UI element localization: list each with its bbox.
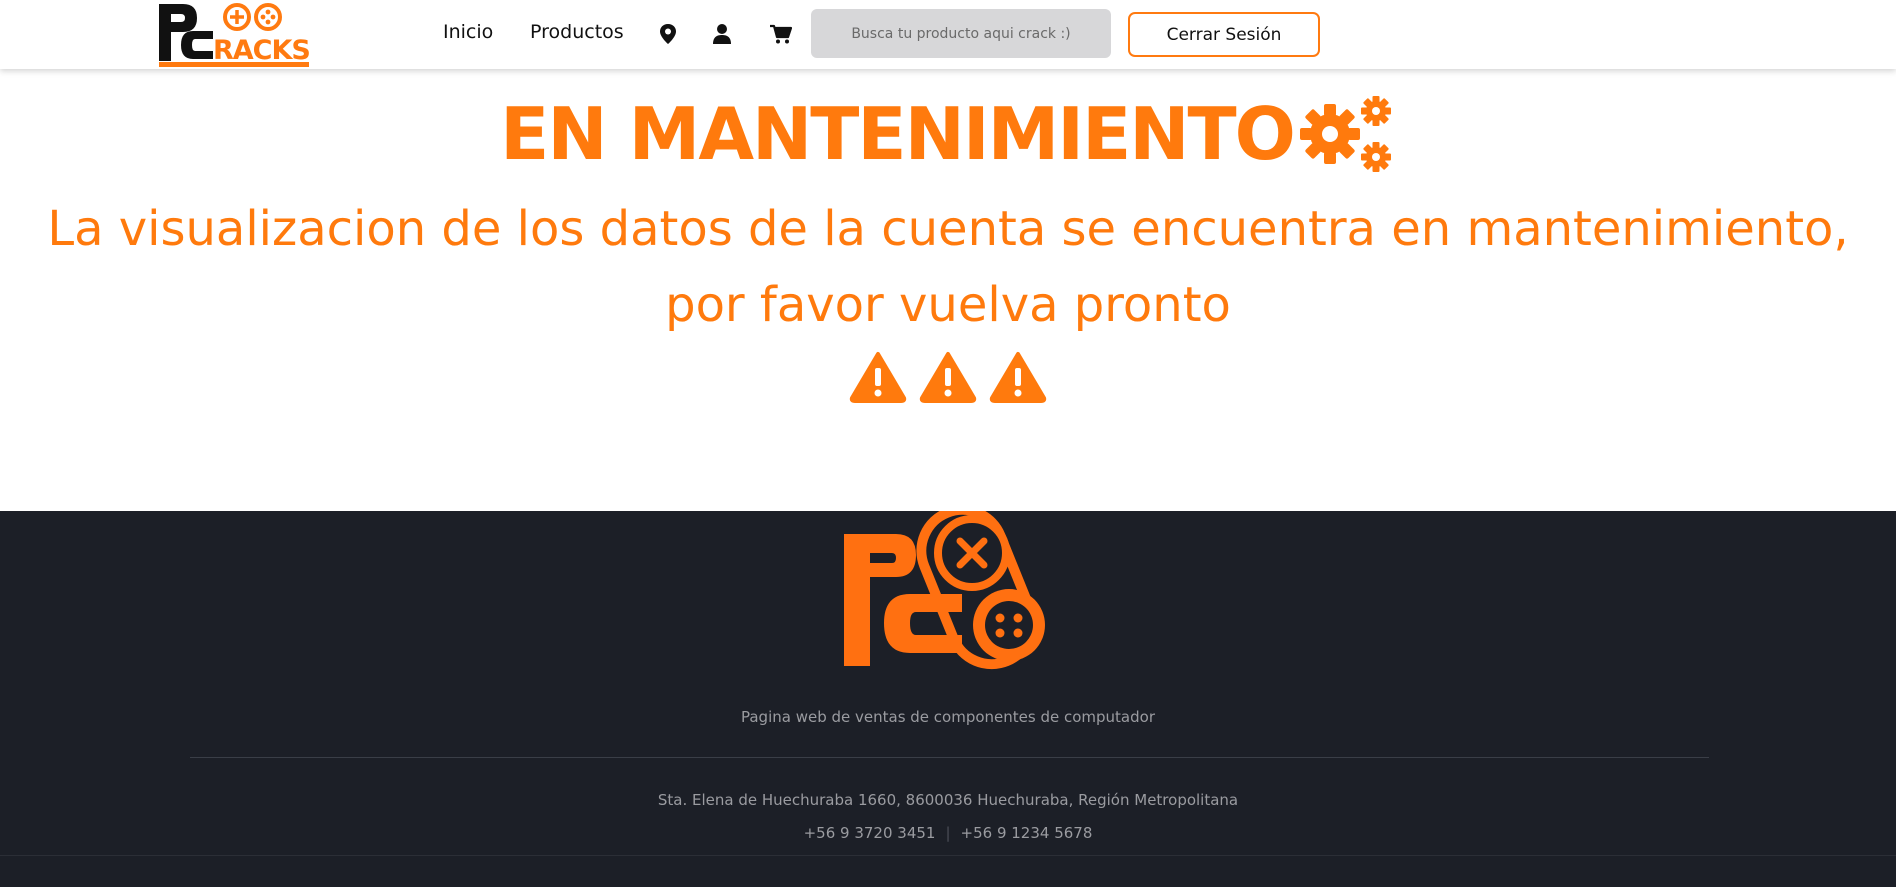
title-row: EN MANTENIMIENTO — [0, 89, 1896, 179]
footer-tagline: Pagina web de ventas de componentes de c… — [740, 708, 1155, 726]
warning-icon — [849, 352, 907, 403]
phone-separator: | — [945, 824, 951, 842]
warning-icons — [0, 351, 1896, 407]
site-footer: Pagina web de ventas de componentes de c… — [0, 511, 1896, 887]
map-pin-icon[interactable] — [658, 23, 678, 45]
user-icon[interactable] — [712, 23, 732, 45]
site-header: RACKS Inicio Productos Cerrar Sesión — [0, 0, 1896, 69]
phone-number[interactable]: +56 9 3720 3451 — [804, 824, 936, 842]
gears-icon — [1299, 96, 1391, 172]
page-title: EN MANTENIMIENTO — [500, 92, 1296, 176]
logout-button[interactable]: Cerrar Sesión — [1128, 12, 1320, 57]
phone-number[interactable]: +56 9 1234 5678 — [961, 824, 1093, 842]
warning-icon — [989, 352, 1047, 403]
nav-productos-link[interactable]: Productos — [530, 21, 624, 43]
nav-inicio-link[interactable]: Inicio — [443, 21, 493, 43]
maintenance-message: La visualizacion de los datos de la cuen… — [47, 201, 1849, 333]
warning-icon — [919, 352, 977, 403]
svg-text:RACKS: RACKS — [213, 35, 310, 66]
footer-pc-logo — [844, 511, 1045, 670]
cart-icon[interactable] — [769, 23, 792, 45]
maintenance-section: EN MANTENIMIENTO La visualizacion de los… — [0, 69, 1896, 511]
footer-bottom-line — [0, 855, 1896, 856]
footer-address: Sta. Elena de Huechuraba 1660, 8600036 H… — [657, 791, 1239, 809]
footer-phones: +56 9 3720 3451 | +56 9 1234 5678 — [0, 824, 1896, 842]
footer-divider — [190, 757, 1709, 758]
pcracks-logo[interactable]: RACKS — [157, 1, 312, 69]
search-input[interactable] — [811, 9, 1111, 58]
